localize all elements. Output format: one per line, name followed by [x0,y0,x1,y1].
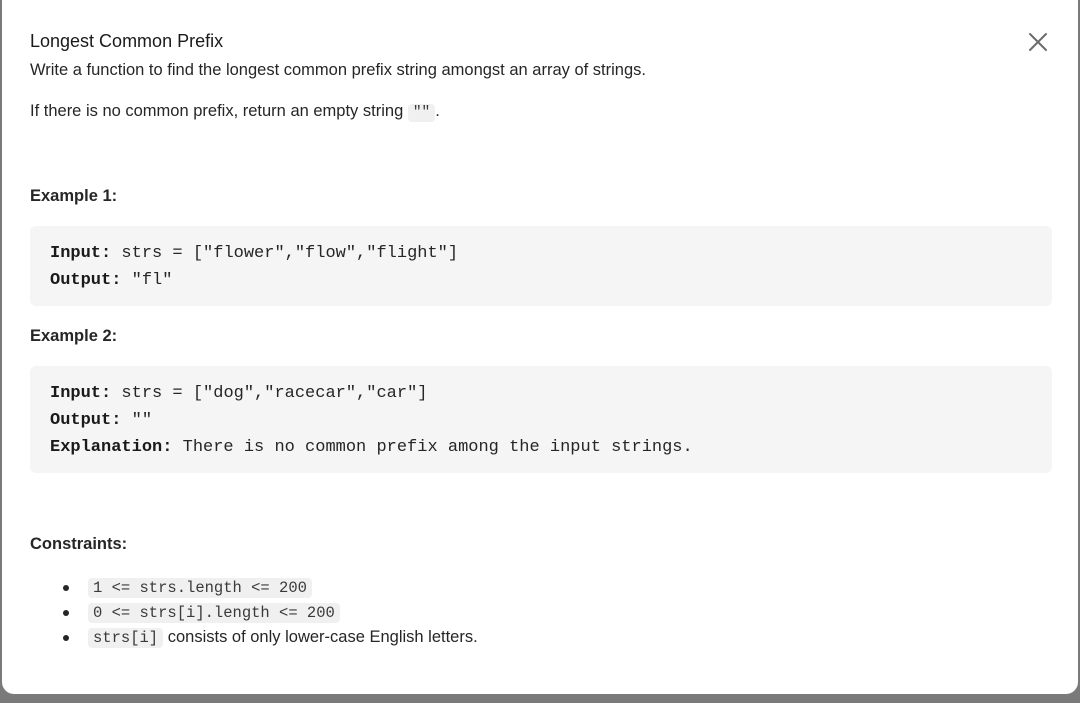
constraint-code: 0 <= strs[i].length <= 200 [88,603,340,623]
explanation-label: Explanation: [50,438,173,457]
constraints-title: Constraints: [30,535,128,553]
input-label: Input: [50,384,112,403]
close-button[interactable] [1024,28,1052,56]
close-icon [1029,33,1047,51]
constraint-item: strs[i] consists of only lower-case Engl… [30,625,478,650]
constraint-code: strs[i] [88,628,164,648]
example-1-output-line: Output: "fl" [50,267,1032,294]
input-value: strs = ["flower","flow","flight"] [121,244,459,263]
example-1-input-line: Input: strs = ["flower","flow","flight"] [50,240,1032,267]
example-2-explanation-line: Explanation: There is no common prefix a… [50,434,1032,461]
example-2-title: Example 2: [30,327,118,345]
constraint-text: consists of only lower-case English lett… [167,628,478,646]
problem-title: Longest Common Prefix [30,31,224,51]
problem-description-empty-case: If there is no common prefix, return an … [30,102,440,122]
problem-description: Write a function to find the longest com… [30,61,646,79]
output-value: "" [131,411,153,430]
example-1-title: Example 1: [30,187,118,205]
example-2-input-line: Input: strs = ["dog","racecar","car"] [50,380,1032,407]
description-end: . [435,102,440,120]
output-label: Output: [50,271,122,290]
output-label: Output: [50,411,122,430]
input-value: strs = ["dog","racecar","car"] [121,384,428,403]
constraint-code: 1 <= strs.length <= 200 [88,578,312,598]
example-2-block: Input: strs = ["dog","racecar","car"] Ou… [30,366,1052,473]
example-2-output-line: Output: "" [50,407,1032,434]
example-1-block: Input: strs = ["flower","flow","flight"]… [30,226,1052,306]
problem-modal: Longest Common Prefix Write a function t… [2,0,1078,694]
explanation-value: There is no common prefix among the inpu… [182,438,693,457]
description-text: If there is no common prefix, return an … [30,102,404,120]
output-value: "fl" [131,271,173,290]
empty-string-code: "" [407,104,436,122]
constraints-list: 1 <= strs.length <= 200 0 <= strs[i].len… [30,575,478,650]
constraint-item: 0 <= strs[i].length <= 200 [30,600,478,625]
input-label: Input: [50,244,112,263]
constraint-item: 1 <= strs.length <= 200 [30,575,478,600]
